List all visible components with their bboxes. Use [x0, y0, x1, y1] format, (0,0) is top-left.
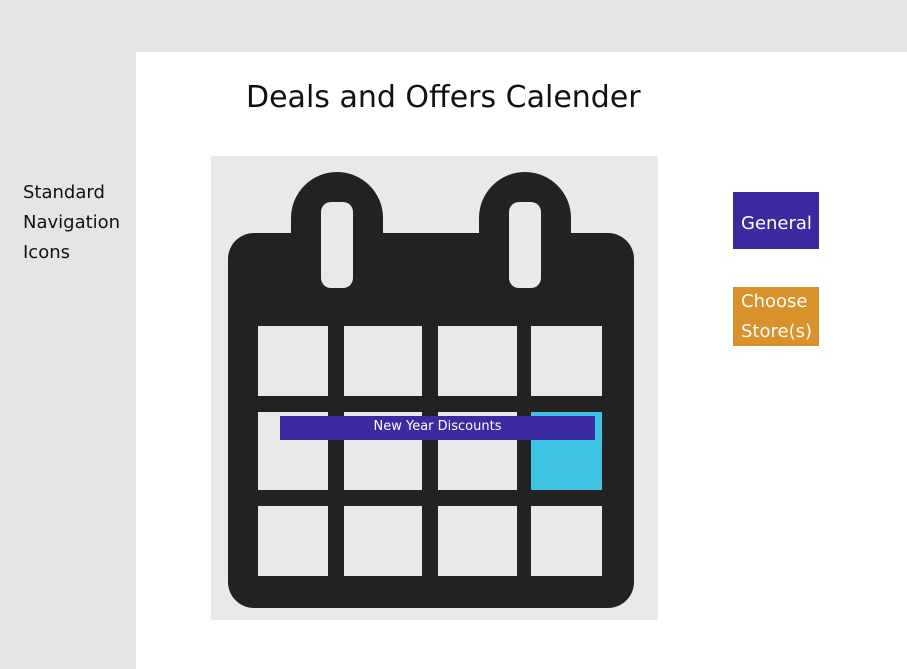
general-button[interactable]: General — [733, 192, 819, 249]
calendar-day-cell[interactable] — [531, 506, 602, 576]
calendar-day-cell[interactable] — [258, 506, 328, 576]
app-window: Standard Navigation Icons Deals and Offe… — [0, 0, 907, 669]
choose-stores-label-line-1: Choose — [741, 291, 808, 312]
calendar-ring-hole-left — [321, 202, 353, 288]
choose-stores-label-line-2: Store(s) — [741, 321, 812, 342]
event-new-year-discounts[interactable]: New Year Discounts — [280, 416, 595, 440]
page-title: Deals and Offers Calender — [246, 80, 641, 115]
calendar-day-cell[interactable] — [531, 326, 602, 396]
calendar-icon — [228, 172, 634, 608]
sidebar-label-line-3: Icons — [23, 242, 71, 263]
event-label: New Year Discounts — [373, 419, 502, 434]
calendar-day-cell[interactable] — [258, 326, 328, 396]
calendar-day-cell[interactable] — [344, 326, 422, 396]
general-button-label: General — [741, 213, 812, 234]
calendar-ring-hole-right — [509, 202, 541, 288]
calendar-day-cell[interactable] — [344, 506, 422, 576]
main-panel: Deals and Offers Calender New Year Disco… — [136, 52, 907, 669]
standard-navigation-icons-placeholder: Standard Navigation Icons — [23, 178, 133, 268]
calendar-day-cell[interactable] — [438, 326, 517, 396]
sidebar-label-line-2: Navigation — [23, 212, 121, 233]
choose-stores-button[interactable]: Choose Store(s) — [733, 287, 819, 346]
sidebar-label-line-1: Standard — [23, 182, 105, 203]
calendar-day-cell[interactable] — [438, 506, 517, 576]
calendar-view: New Year Discounts — [211, 156, 658, 620]
